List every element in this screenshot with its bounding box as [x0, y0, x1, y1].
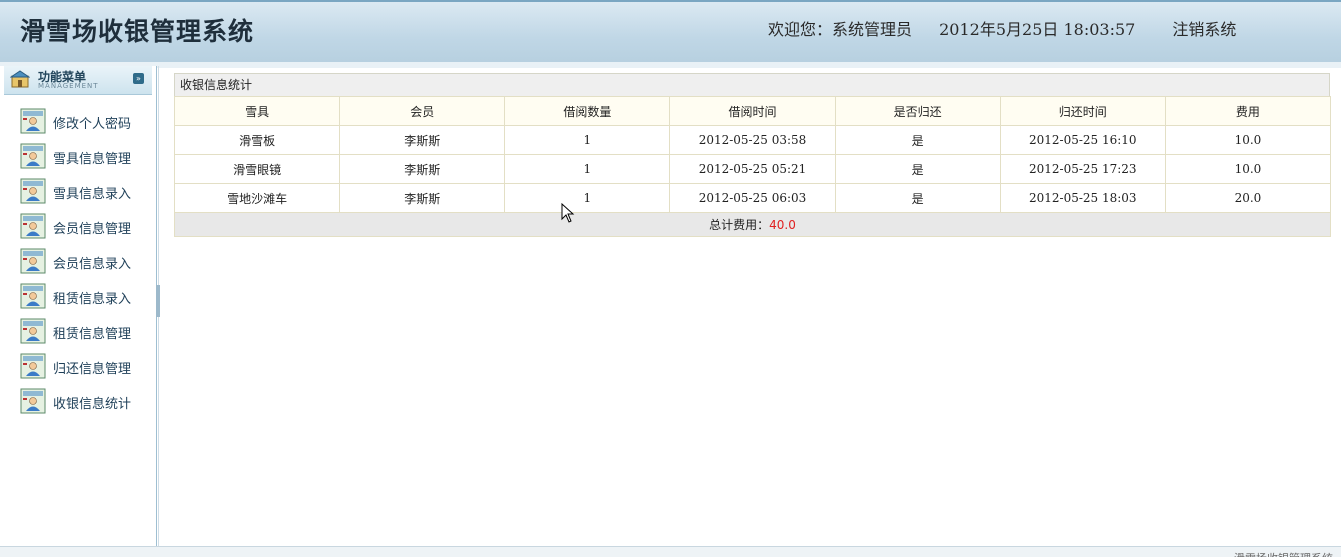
table-cell: 2012-05-25 16:10 — [999, 125, 1166, 155]
column-header: 是否归还 — [834, 96, 1001, 126]
sidebar-item-4[interactable]: 会员信息管理 — [0, 211, 156, 246]
menu-subtitle: MANAGEMENT — [38, 82, 99, 90]
total-row: 总计费用：40.0 — [174, 212, 1331, 237]
panel-title: 收银信息统计 — [174, 73, 1330, 96]
column-header: 借阅数量 — [504, 96, 671, 126]
table-row: 滑雪眼镜 李斯斯 1 2012-05-25 05:21 是 2012-05-25 17:2… — [173, 154, 1332, 184]
mouse-cursor-icon — [561, 203, 575, 223]
sidebar-item-5[interactable]: 会员信息录入 — [0, 246, 156, 281]
column-header: 借阅时间 — [669, 96, 836, 126]
column-header: 费用 — [1164, 96, 1332, 126]
sidebar-splitter-handle[interactable] — [156, 285, 160, 317]
table-cell: 2012-05-25 06:03 — [669, 183, 836, 213]
menu-header: 功能菜单 MANAGEMENT » — [4, 66, 152, 95]
table-cell: 李斯斯 — [339, 183, 506, 213]
datetime-text: 2012年5月25日 18:03:57 — [939, 20, 1136, 39]
sidebar-item-label: 雪具信息管理 — [53, 152, 132, 167]
home-menu-icon — [10, 70, 30, 88]
header-bar: 滑雪场收银管理系统 欢迎您：系统管理员 2012年5月25日 18:03:57 … — [0, 0, 1341, 62]
table-cell: 是 — [834, 183, 1001, 213]
user-card-icon — [20, 248, 46, 274]
user-card-icon — [20, 388, 46, 414]
user-card-icon — [20, 108, 46, 134]
sidebar-item-9[interactable]: 收银信息统计 — [0, 386, 156, 421]
sidebar-item-7[interactable]: 租赁信息管理 — [0, 316, 156, 351]
table-cell: 2012-05-25 17:23 — [999, 154, 1166, 184]
table-cell: 1 — [504, 125, 671, 155]
table-cell: 是 — [834, 125, 1001, 155]
header-band — [0, 62, 1341, 68]
user-card-icon — [20, 213, 46, 239]
collapse-toggle-icon[interactable]: » — [133, 73, 144, 84]
user-card-icon — [20, 353, 46, 379]
user-card-icon — [20, 178, 46, 204]
table-cell: 20.0 — [1164, 183, 1332, 213]
sidebar-item-3[interactable]: 雪具信息录入 — [0, 176, 156, 211]
table-cell: 滑雪板 — [173, 125, 341, 155]
table-cell: 2012-05-25 05:21 — [669, 154, 836, 184]
table-cell: 10.0 — [1164, 125, 1332, 155]
sidebar-item-label: 归还信息管理 — [53, 362, 132, 377]
sidebar-item-label: 会员信息录入 — [53, 257, 132, 272]
sidebar-item-1[interactable]: 修改个人密码 — [0, 106, 156, 141]
app-title: 滑雪场收银管理系统 — [20, 17, 255, 46]
footer-bar: 滑雪场收银管理系统 — [0, 546, 1341, 557]
menu-list: 修改个人密码 雪具信息管理 雪具信息录入 会员信息管理 会员信息录入 租赁信息录入 租赁信息… — [0, 106, 156, 421]
column-header: 雪具 — [173, 96, 341, 126]
table-cell: 雪地沙滩车 — [173, 183, 341, 213]
table-cell: 2012-05-25 18:03 — [999, 183, 1166, 213]
welcome-text: 欢迎您：系统管理员 — [768, 20, 913, 39]
column-header: 会员 — [339, 96, 506, 126]
sidebar: 功能菜单 MANAGEMENT » 修改个人密码 雪具信息管理 雪具信息录入 会员信息… — [0, 66, 157, 546]
table-cell: 李斯斯 — [339, 154, 506, 184]
total-cell: 总计费用：40.0 — [174, 212, 1331, 237]
sidebar-item-label: 雪具信息录入 — [53, 187, 132, 202]
table-cell: 1 — [504, 183, 671, 213]
sidebar-item-8[interactable]: 归还信息管理 — [0, 351, 156, 386]
user-card-icon — [20, 318, 46, 344]
sidebar-item-label: 租赁信息管理 — [53, 327, 132, 342]
cashier-stats-table: 雪具 会员 借阅数量 借阅时间 是否归还 归还时间 费用 滑雪板 李斯斯 1 2012-05-25… — [173, 96, 1332, 237]
main-content: 收银信息统计 雪具 会员 借阅数量 借阅时间 是否归还 归还时间 费用 滑雪板 李斯斯 1 201… — [173, 73, 1332, 237]
table-cell: 滑雪眼镜 — [173, 154, 341, 184]
table-cell: 1 — [504, 154, 671, 184]
sidebar-item-label: 收银信息统计 — [53, 397, 132, 412]
total-label: 总计费用： — [709, 218, 770, 232]
header-info: 欢迎您：系统管理员 2012年5月25日 18:03:57 注销系统 — [768, 16, 1258, 40]
sidebar-item-label: 会员信息管理 — [53, 222, 132, 237]
table-cell: 是 — [834, 154, 1001, 184]
column-header: 归还时间 — [999, 96, 1166, 126]
table-cell: 李斯斯 — [339, 125, 506, 155]
table-body: 滑雪板 李斯斯 1 2012-05-25 03:58 是 2012-05-25 16:10… — [173, 125, 1332, 213]
table-cell: 10.0 — [1164, 154, 1332, 184]
table-row: 滑雪板 李斯斯 1 2012-05-25 03:58 是 2012-05-25 16:10… — [173, 125, 1332, 155]
table-row: 雪地沙滩车 李斯斯 1 2012-05-25 06:03 是 2012-05-25 18:… — [173, 183, 1332, 213]
sidebar-item-label: 修改个人密码 — [53, 117, 132, 132]
user-card-icon — [20, 283, 46, 309]
table-header-row: 雪具 会员 借阅数量 借阅时间 是否归还 归还时间 费用 — [173, 96, 1332, 126]
logout-link[interactable]: 注销系统 — [1172, 20, 1236, 39]
sidebar-item-2[interactable]: 雪具信息管理 — [0, 141, 156, 176]
sidebar-item-6[interactable]: 租赁信息录入 — [0, 281, 156, 316]
table-cell: 2012-05-25 03:58 — [669, 125, 836, 155]
user-card-icon — [20, 143, 46, 169]
total-value: 40.0 — [769, 218, 796, 232]
sidebar-item-label: 租赁信息录入 — [53, 292, 132, 307]
